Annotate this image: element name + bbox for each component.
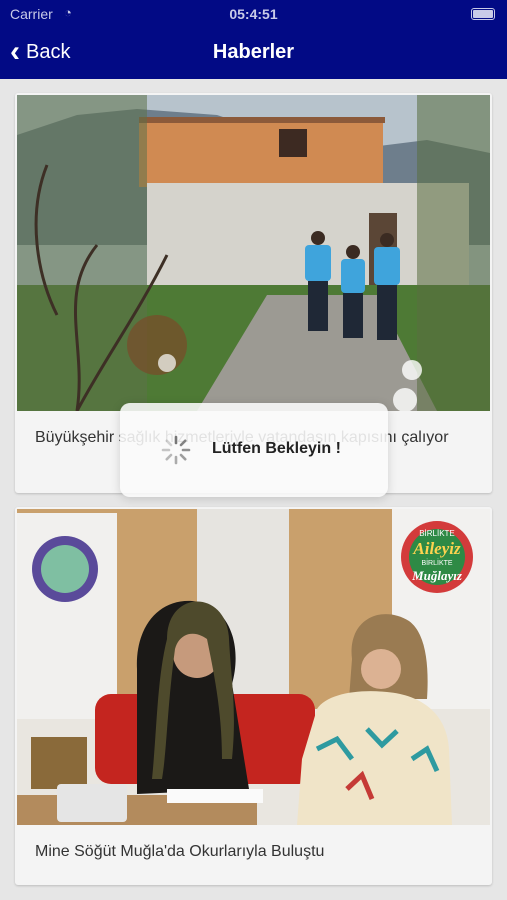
banner-text-4: Muğlayız (411, 568, 463, 583)
back-label: Back (26, 40, 71, 63)
banner-text-3: BİRLİKTE (421, 558, 452, 567)
news-card[interactable]: BİRLİKTE Aileyiz BİRLİKTE Muğlayız Mine … (15, 507, 492, 885)
page-title: Haberler (212, 41, 295, 63)
banner-text-1: BİRLİKTE (419, 529, 455, 538)
clock: 05:4:51 (229, 6, 278, 22)
chevron-left-icon: ‹ (10, 35, 20, 68)
spinner-icon (161, 435, 191, 465)
nav-bar: Carrier ◔ 05:4:51 ‹ Back Haberler (0, 0, 507, 79)
news-photo (17, 95, 490, 411)
loading-message: Lütfen Bekleyin ! (212, 440, 341, 457)
banner-text-2: Aileyiz (412, 539, 461, 558)
back-button[interactable]: ‹ Back (10, 35, 71, 68)
battery-icon (471, 8, 495, 20)
news-photo: BİRLİKTE Aileyiz BİRLİKTE Muğlayız (17, 509, 490, 825)
status-bar: Carrier ◔ 05:4:51 (0, 0, 507, 28)
loading-overlay: Lütfen Bekleyin ! (120, 403, 388, 497)
news-caption: Mine Söğüt Muğla'da Okurlarıyla Buluştu (35, 843, 325, 860)
